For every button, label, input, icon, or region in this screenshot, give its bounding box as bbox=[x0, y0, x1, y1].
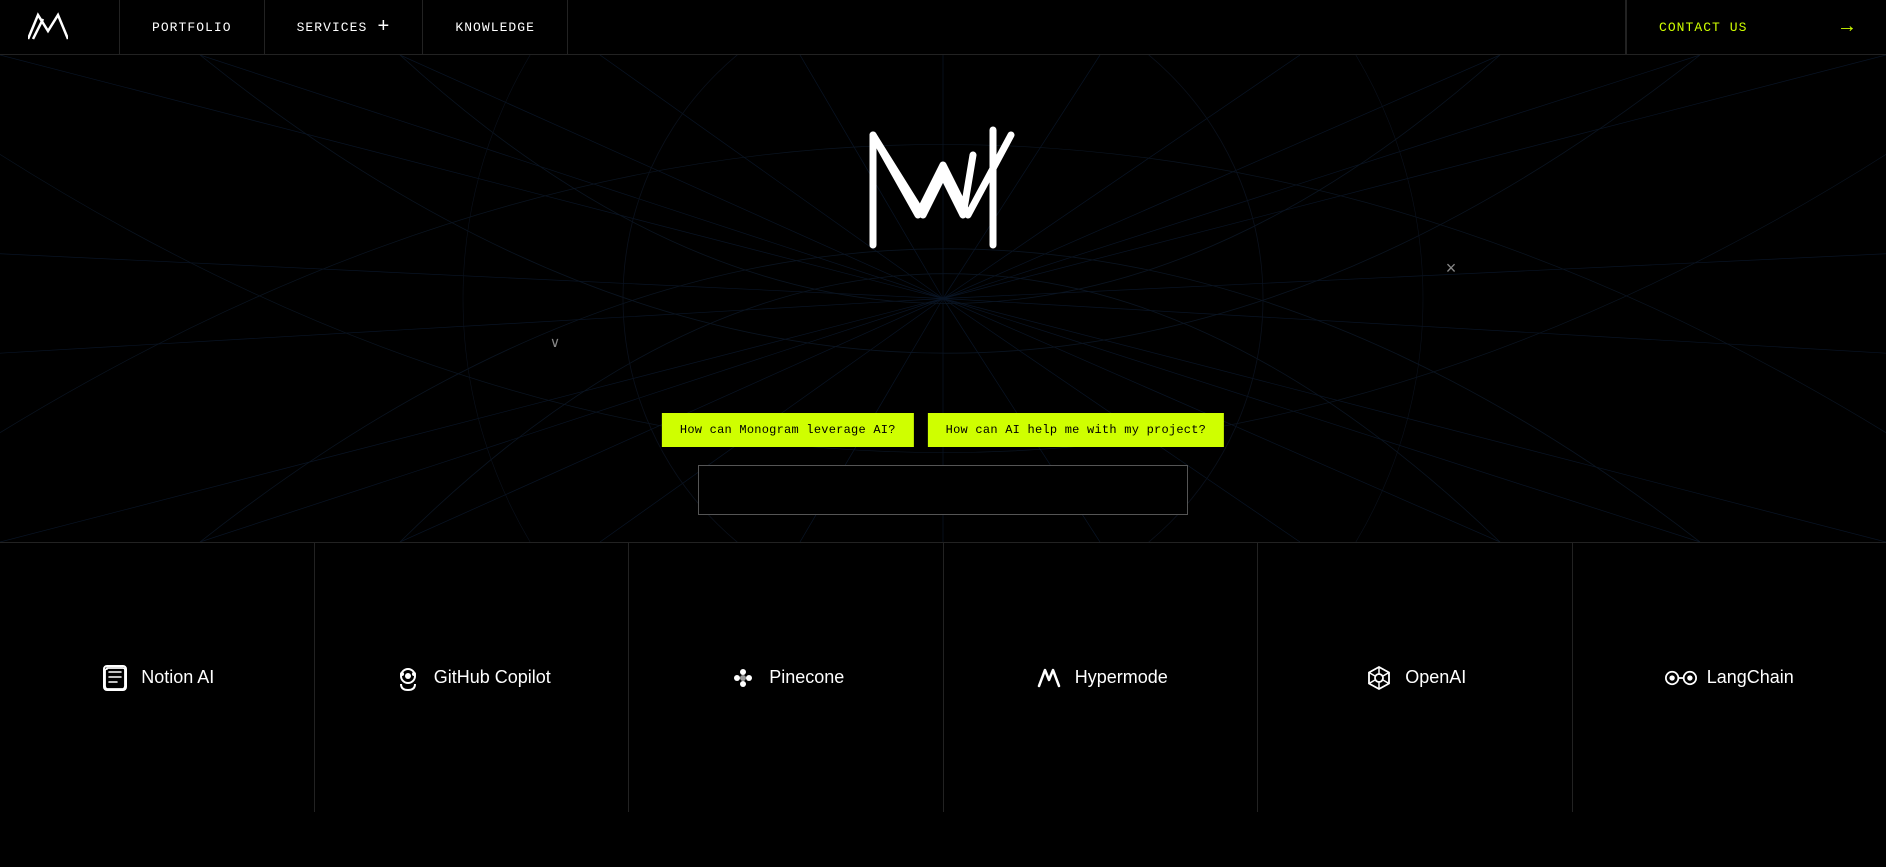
brand-pinecone: Pinecone bbox=[629, 543, 944, 812]
close-button[interactable]: × bbox=[1436, 255, 1466, 285]
hero-section: × ∨ How can Monogram leverage AI? How ca… bbox=[0, 55, 1886, 542]
openai-label: OpenAI bbox=[1405, 667, 1466, 688]
hypermode-icon bbox=[1033, 662, 1065, 694]
openai-icon bbox=[1363, 662, 1395, 694]
pinecone-label: Pinecone bbox=[769, 667, 844, 688]
brand-logos-bar: Notion AI GitHub Copilot bbox=[0, 542, 1886, 812]
chip-project[interactable]: How can AI help me with my project? bbox=[928, 413, 1224, 447]
brand-github-copilot: GitHub Copilot bbox=[315, 543, 630, 812]
brand-notion: Notion AI bbox=[0, 543, 315, 812]
chip-monogram[interactable]: How can Monogram leverage AI? bbox=[662, 413, 914, 447]
contact-arrow-icon: → bbox=[1841, 16, 1854, 39]
services-plus-icon: + bbox=[377, 16, 390, 39]
search-container bbox=[698, 465, 1188, 515]
search-input[interactable] bbox=[698, 465, 1188, 515]
brand-hypermode: Hypermode bbox=[944, 543, 1259, 812]
brand-openai: OpenAI bbox=[1258, 543, 1573, 812]
langchain-icon bbox=[1665, 662, 1697, 694]
nav-knowledge[interactable]: KNOWLEDGE bbox=[423, 0, 568, 54]
nav-portfolio[interactable]: PORTFOLIO bbox=[120, 0, 265, 54]
langchain-label: LangChain bbox=[1707, 667, 1794, 688]
nav-contact[interactable]: CONTACT US → bbox=[1626, 0, 1886, 54]
navigation: PORTFOLIO SERVICES + KNOWLEDGE CONTACT U… bbox=[0, 0, 1886, 55]
nav-logo[interactable] bbox=[0, 0, 120, 54]
brand-langchain: LangChain bbox=[1573, 543, 1886, 812]
hero-logo bbox=[863, 105, 1023, 270]
notion-label: Notion AI bbox=[141, 667, 214, 688]
pinecone-icon bbox=[727, 662, 759, 694]
notion-icon bbox=[99, 662, 131, 694]
github-copilot-icon bbox=[392, 662, 424, 694]
nav-services[interactable]: SERVICES + bbox=[265, 0, 424, 54]
github-copilot-label: GitHub Copilot bbox=[434, 667, 551, 688]
suggestion-chips: How can Monogram leverage AI? How can AI… bbox=[662, 413, 1224, 447]
chevron-down-button[interactable]: ∨ bbox=[540, 333, 570, 353]
hypermode-label: Hypermode bbox=[1075, 667, 1168, 688]
nav-spacer bbox=[568, 0, 1626, 54]
